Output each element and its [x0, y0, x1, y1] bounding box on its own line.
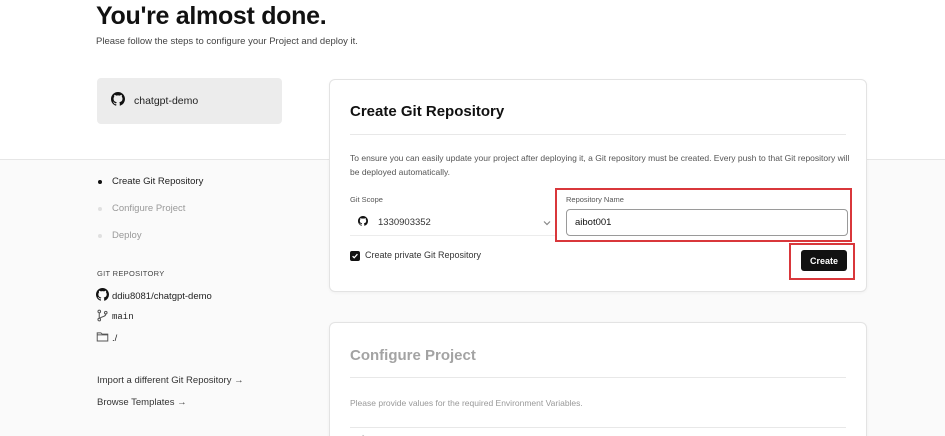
git-repo-link[interactable]: ddiu8081/chatgpt-demo: [96, 288, 212, 304]
chevron-down-icon: [542, 218, 551, 227]
step-configure-project: Configure Project: [98, 195, 203, 222]
import-different-repo-link[interactable]: Import a different Git Repository →: [97, 375, 244, 386]
step-dot: [98, 179, 102, 184]
private-repo-checkbox[interactable]: [350, 251, 360, 261]
git-root-directory: ./: [96, 330, 117, 346]
step-label: Deploy: [112, 230, 142, 241]
page-subtitle: Please follow the steps to configure you…: [96, 36, 358, 47]
create-git-repository-card: Create Git Repository To ensure you can …: [329, 79, 867, 292]
step-dot: [98, 233, 102, 238]
git-scope-label: Git Scope: [350, 195, 383, 204]
github-icon: [358, 216, 378, 229]
project-chip: chatgpt-demo: [97, 78, 282, 124]
github-icon: [96, 288, 112, 304]
branch-icon: [96, 309, 112, 325]
step-deploy: Deploy: [98, 222, 203, 249]
git-branch: main: [96, 309, 134, 325]
highlight-box-repository-name: [555, 188, 852, 242]
configure-project-card: Configure Project Please provide values …: [329, 322, 867, 436]
step-create-git-repository: Create Git Repository: [98, 168, 203, 195]
page-title: You're almost done.: [96, 2, 327, 30]
step-dot: [98, 206, 102, 211]
divider: [350, 134, 846, 135]
card-title: Create Git Repository: [350, 103, 505, 120]
card-description: Please provide values for the required E…: [350, 398, 583, 408]
private-repo-label[interactable]: Create private Git Repository: [365, 250, 481, 260]
divider: [350, 377, 846, 378]
step-label: Create Git Repository: [112, 176, 204, 187]
browse-templates-link[interactable]: Browse Templates →: [97, 397, 187, 408]
folder-icon: [96, 330, 112, 346]
step-label: Configure Project: [112, 203, 186, 214]
environment-variables-row[interactable]: [350, 427, 846, 436]
git-scope-value: 1330903352: [378, 217, 431, 228]
project-name: chatgpt-demo: [134, 95, 199, 107]
step-list: Create Git Repository Configure Project …: [98, 168, 203, 249]
card-description: To ensure you can easily update your pro…: [350, 153, 850, 177]
git-repo-name: ddiu8081/chatgpt-demo: [112, 290, 212, 302]
card-title: Configure Project: [350, 347, 476, 364]
git-scope-select[interactable]: 1330903352: [350, 210, 555, 236]
git-repository-heading: GIT REPOSITORY: [97, 269, 165, 278]
git-root-path: ./: [112, 332, 118, 344]
github-icon: [111, 91, 126, 111]
git-branch-name: main: [112, 312, 134, 322]
highlight-box-create-button: [789, 243, 855, 280]
